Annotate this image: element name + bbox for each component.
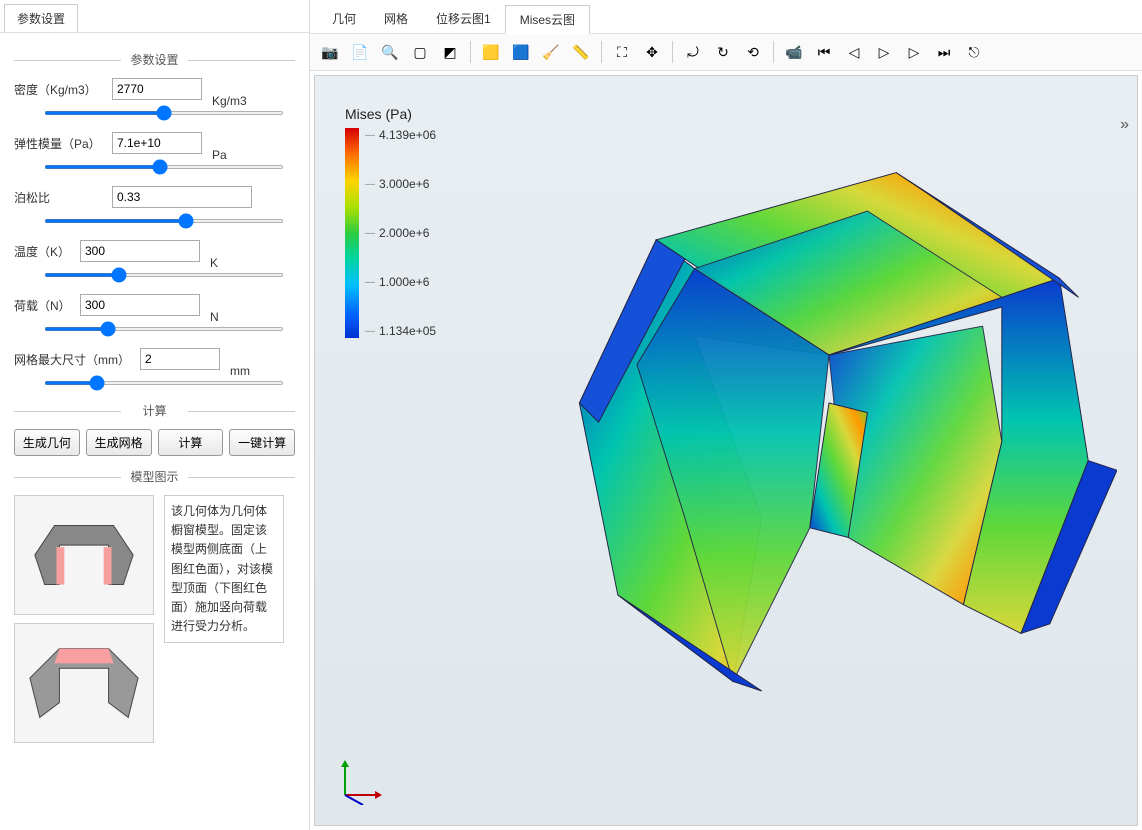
row-density: 密度（Kg/m3） Kg/m3 — [14, 78, 295, 100]
view-tabs: 几何网格位移云图1Mises云图 — [310, 0, 1142, 34]
btn-gen-geom[interactable]: 生成几何 — [14, 429, 80, 456]
export-anim-icon[interactable]: ⎋ — [960, 38, 988, 66]
slider-elastic[interactable] — [44, 165, 284, 169]
rotate-xy-icon[interactable]: ⤾ — [679, 38, 707, 66]
legend-ticks: 4.139e+06 3.000e+6 2.000e+6 1.000e+6 1.134e+… — [365, 128, 436, 338]
legend-title: Mises (Pa) — [345, 106, 436, 122]
unit-load: N — [210, 310, 219, 324]
box-visible-icon[interactable]: 🟨 — [477, 38, 505, 66]
brush-icon[interactable]: 🧹 — [537, 38, 565, 66]
label-temp: 温度（K） — [14, 243, 74, 260]
legend-tick-4: 1.134e+05 — [365, 324, 436, 338]
label-elastic: 弹性模量（Pa） — [14, 135, 106, 152]
thumb-bottom — [14, 623, 154, 743]
legend-tick-1: 3.000e+6 — [365, 177, 436, 191]
row-elastic: 弹性模量（Pa） Pa — [14, 132, 295, 154]
zoom-area-icon[interactable]: ⛶ — [608, 38, 636, 66]
left-tab-header: 参数设置 — [0, 0, 309, 33]
label-mesh: 网格最大尺寸（mm） — [14, 351, 134, 368]
input-elastic[interactable] — [112, 132, 202, 154]
step-fwd-icon[interactable]: ▷ — [900, 38, 928, 66]
unit-density: Kg/m3 — [212, 94, 247, 108]
btn-gen-mesh[interactable]: 生成网格 — [86, 429, 152, 456]
cam-record-icon[interactable]: 📹 — [780, 38, 808, 66]
row-poisson: 泊松比 — [14, 186, 295, 208]
axis-triad-icon — [335, 755, 385, 805]
section-title-params: 参数设置 — [14, 51, 295, 68]
rotate-loop-icon[interactable]: ↻ — [709, 38, 737, 66]
view-tab-1[interactable]: 网格 — [370, 5, 422, 32]
slider-temp[interactable] — [44, 273, 284, 277]
step-back-icon[interactable]: ◁ — [840, 38, 868, 66]
input-density[interactable] — [112, 78, 202, 100]
label-load: 荷载（N） — [14, 297, 74, 314]
export-icon[interactable]: 📄 — [346, 38, 374, 66]
view-tab-3[interactable]: Mises云图 — [505, 5, 590, 34]
fieldset-calc: 计算 生成几何 生成网格 计算 一键计算 — [14, 402, 295, 456]
measure-icon[interactable]: 📏 — [567, 38, 595, 66]
unit-elastic: Pa — [212, 148, 227, 162]
row-temp: 温度（K） K — [14, 240, 295, 262]
skip-first-icon[interactable]: ⏮ — [810, 38, 838, 66]
slider-density[interactable] — [44, 111, 284, 115]
row-load: 荷载（N） N — [14, 294, 295, 316]
slider-mesh[interactable] — [44, 381, 284, 385]
view-tab-0[interactable]: 几何 — [318, 5, 370, 32]
legend-tick-0: 4.139e+06 — [365, 128, 436, 142]
toolbar-separator — [773, 41, 774, 63]
fieldset-params: 参数设置 密度（Kg/m3） Kg/m3 弹性模量（Pa） Pa 泊松比 — [14, 51, 295, 388]
btn-onekey[interactable]: 一键计算 — [229, 429, 295, 456]
input-poisson[interactable] — [112, 186, 252, 208]
section-title-model: 模型图示 — [14, 468, 295, 485]
input-load[interactable] — [80, 294, 200, 316]
fieldset-model: 模型图示 — [14, 468, 295, 743]
input-mesh[interactable] — [140, 348, 220, 370]
play-icon[interactable]: ▷ — [870, 38, 898, 66]
slider-poisson[interactable] — [44, 219, 284, 223]
row-mesh: 网格最大尺寸（mm） mm — [14, 348, 295, 370]
zoom-fit-icon[interactable]: 🔍 — [376, 38, 404, 66]
pan-center-icon[interactable]: ✥ — [638, 38, 666, 66]
legend-tick-2: 2.000e+6 — [365, 226, 436, 240]
legend: Mises (Pa) 4.139e+06 3.000e+6 2.000e+6 1.00… — [345, 106, 436, 338]
toolbar-overflow-icon[interactable]: » — [1120, 116, 1129, 134]
rotate-wire-icon[interactable]: ⟲ — [739, 38, 767, 66]
thumb-top — [14, 495, 154, 615]
camera-icon[interactable]: 📷 — [316, 38, 344, 66]
slider-load[interactable] — [44, 327, 284, 331]
unit-mesh: mm — [230, 364, 250, 378]
box-wire-icon[interactable]: 🟦 — [507, 38, 535, 66]
label-poisson: 泊松比 — [14, 189, 106, 206]
section-title-calc: 计算 — [14, 402, 295, 419]
select-box-icon[interactable]: ▢ — [406, 38, 434, 66]
model-render — [445, 96, 1117, 805]
view-tab-2[interactable]: 位移云图1 — [422, 5, 505, 32]
unit-temp: K — [210, 256, 218, 270]
model-description: 该几何体为几何体橱窗模型。固定该模型两侧底面（上图红色面），对该模型顶面（下图红… — [164, 495, 284, 643]
tab-params[interactable]: 参数设置 — [4, 4, 78, 32]
toolbar-separator — [601, 41, 602, 63]
legend-tick-3: 1.000e+6 — [365, 275, 436, 289]
input-temp[interactable] — [80, 240, 200, 262]
select-poly-icon[interactable]: ◩ — [436, 38, 464, 66]
viewport[interactable]: Mises (Pa) 4.139e+06 3.000e+6 2.000e+6 1.00… — [314, 75, 1138, 826]
legend-colorbar — [345, 128, 359, 338]
toolbar: 📷📄🔍▢◩🟨🟦🧹📏⛶✥⤾↻⟲📹⏮◁▷▷⏭⎋ — [310, 34, 1142, 71]
toolbar-separator — [672, 41, 673, 63]
btn-calc[interactable]: 计算 — [158, 429, 224, 456]
toolbar-separator — [470, 41, 471, 63]
label-density: 密度（Kg/m3） — [14, 81, 106, 98]
skip-last-icon[interactable]: ⏭ — [930, 38, 958, 66]
